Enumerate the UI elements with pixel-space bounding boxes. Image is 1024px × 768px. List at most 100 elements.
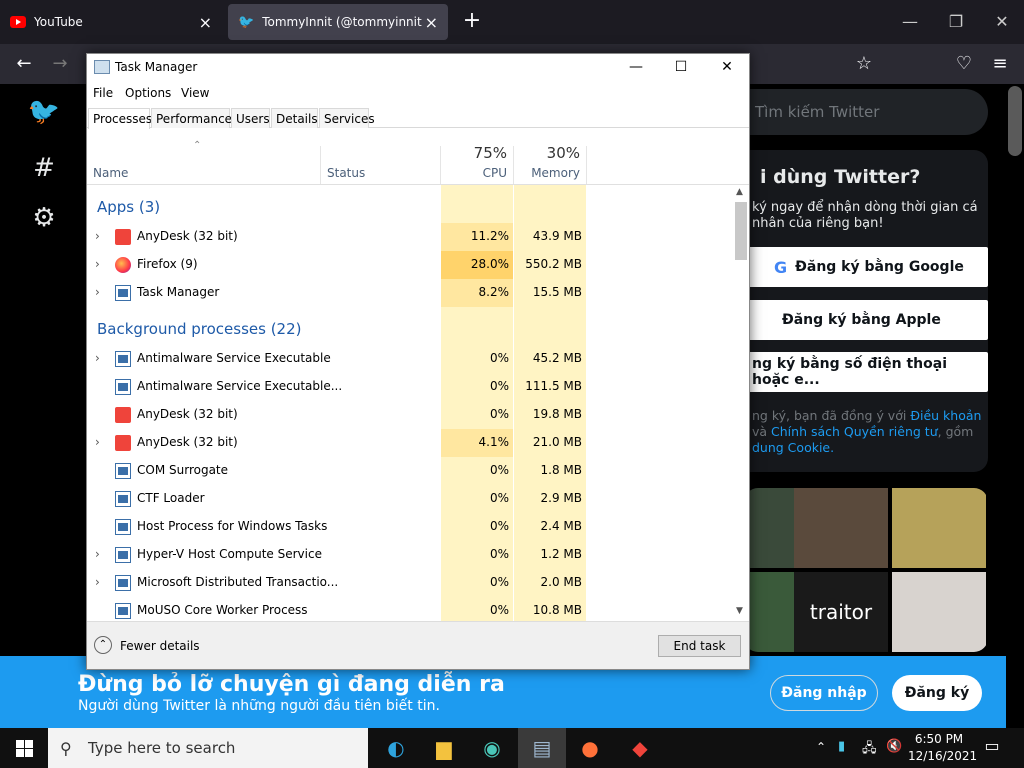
process-row[interactable]: COM Surrogate 0% 1.8 MB xyxy=(87,457,737,485)
page-scrollbar-thumb[interactable] xyxy=(1008,86,1022,156)
close-tab-icon[interactable]: × xyxy=(199,13,212,32)
expand-chevron-icon[interactable]: › xyxy=(95,257,100,271)
column-name[interactable]: Name xyxy=(93,166,128,180)
firefox-taskbar-icon[interactable]: ● xyxy=(566,728,614,768)
anydesk-taskbar-icon[interactable]: ◆ xyxy=(616,728,664,768)
network-icon[interactable]: 🖧 xyxy=(862,739,877,761)
column-divider xyxy=(440,146,441,184)
app-menu-icon[interactable]: ≡ xyxy=(986,50,1014,78)
process-row[interactable]: › Firefox (9) 28.0% 550.2 MB xyxy=(87,251,737,279)
tab-processes[interactable]: Processes xyxy=(88,108,152,129)
process-list-scroll-thumb[interactable] xyxy=(735,202,747,260)
bookmark-star-icon[interactable]: ☆ xyxy=(850,50,878,78)
process-name: Antimalware Service Executable... xyxy=(137,379,343,393)
tm-maximize-button[interactable]: ☐ xyxy=(661,57,701,77)
process-row[interactable]: › Microsoft Distributed Transactio... 0% 2.… xyxy=(87,569,737,597)
process-row[interactable]: › Task Manager 8.2% 15.5 MB xyxy=(87,279,737,307)
process-name: AnyDesk (32 bit) xyxy=(137,435,238,449)
expand-chevron-icon[interactable]: › xyxy=(95,435,100,449)
explore-hashtag-icon[interactable]: # xyxy=(26,150,62,186)
login-button[interactable]: Đăng nhập xyxy=(770,675,878,711)
scroll-down-icon[interactable]: ▼ xyxy=(736,606,743,616)
close-window-button[interactable]: ✕ xyxy=(982,8,1022,36)
menu-view[interactable]: View xyxy=(181,86,209,100)
process-name: COM Surrogate xyxy=(137,463,229,477)
cpu-total: 75% xyxy=(473,144,507,162)
expand-chevron-icon[interactable]: › xyxy=(95,285,100,299)
show-hidden-icons-icon[interactable]: ⌃ xyxy=(816,740,826,754)
group-background[interactable]: Background processes (22) xyxy=(97,320,302,338)
process-cpu: 0% xyxy=(489,603,509,617)
forward-button[interactable]: → xyxy=(46,50,74,78)
tm-minimize-button[interactable]: — xyxy=(616,57,656,77)
process-row[interactable]: › Hyper-V Host Compute Service 0% 1.2 MB xyxy=(87,541,737,569)
system-process-icon xyxy=(115,351,131,367)
volume-muted-icon[interactable]: 🔇 xyxy=(886,739,902,754)
task-manager-taskbar-icon[interactable]: ▤ xyxy=(518,728,566,768)
tab-services[interactable]: Services xyxy=(319,108,375,128)
tab-youtube[interactable]: YouTube × xyxy=(0,4,222,40)
media-thumbnail[interactable] xyxy=(892,488,986,568)
banner-subtitle: Người dùng Twitter là những người đầu ti… xyxy=(78,698,440,714)
column-memory[interactable]: Memory xyxy=(514,166,580,180)
process-row[interactable]: › Antimalware Service Executable 0% 45.2 MB xyxy=(87,345,737,373)
menu-options[interactable]: Options xyxy=(125,86,171,100)
process-row[interactable]: Antimalware Service Executable... 0% 111.5… xyxy=(87,373,737,401)
group-apps[interactable]: Apps (3) xyxy=(97,198,160,216)
terms-link[interactable]: Điều khoản xyxy=(910,408,981,423)
process-row[interactable]: › AnyDesk (32 bit) 4.1% 21.0 MB xyxy=(87,429,737,457)
signup-button[interactable]: Đăng ký xyxy=(892,675,982,711)
minimize-window-button[interactable]: — xyxy=(890,8,930,36)
chevron-up-icon[interactable]: ⌃ xyxy=(94,636,112,654)
tab-details[interactable]: Details xyxy=(271,108,318,128)
edge-icon[interactable]: ◐ xyxy=(372,728,420,768)
notification-center-icon[interactable]: ▭ xyxy=(980,736,1004,760)
tray-app-icon[interactable]: ▮ xyxy=(838,739,845,754)
process-name: AnyDesk (32 bit) xyxy=(137,229,238,243)
expand-chevron-icon[interactable]: › xyxy=(95,351,100,365)
tab-users[interactable]: Users xyxy=(231,108,270,128)
twitter-logo-icon[interactable]: 🐦 xyxy=(26,94,62,130)
tab-title: TommyInnit (@tommyinnit) / T xyxy=(262,15,423,29)
expand-chevron-icon[interactable]: › xyxy=(95,575,100,589)
column-cpu[interactable]: CPU xyxy=(441,166,507,180)
media-thumbnail[interactable] xyxy=(794,488,888,568)
media-thumbnail[interactable] xyxy=(892,572,986,652)
process-memory: 2.4 MB xyxy=(540,519,582,533)
expand-chevron-icon[interactable]: › xyxy=(95,229,100,243)
expand-chevron-icon[interactable]: › xyxy=(95,547,100,561)
process-row[interactable]: Host Process for Windows Tasks 0% 2.4 MB xyxy=(87,513,737,541)
settings-gear-icon[interactable]: ⚙ xyxy=(26,200,62,236)
process-cpu: 0% xyxy=(489,519,509,533)
tab-twitter[interactable]: 🐦 TommyInnit (@tommyinnit) / T × xyxy=(228,4,448,40)
tab-performance[interactable]: Performance xyxy=(151,108,232,128)
menu-file[interactable]: File xyxy=(93,86,113,100)
process-memory: 19.8 MB xyxy=(532,407,582,421)
chrome-icon[interactable]: ◉ xyxy=(468,728,516,768)
pocket-icon[interactable]: ♡ xyxy=(950,50,978,78)
maximize-window-button[interactable]: ❐ xyxy=(936,8,976,36)
process-row[interactable]: AnyDesk (32 bit) 0% 19.8 MB xyxy=(87,401,737,429)
media-thumbnail[interactable]: traitor xyxy=(794,572,888,652)
cookie-link[interactable]: dung Cookie. xyxy=(752,440,834,455)
close-tab-icon[interactable]: × xyxy=(425,13,438,32)
privacy-link[interactable]: Chính sách Quyền riêng tư xyxy=(771,424,938,439)
process-name: Task Manager xyxy=(137,285,220,299)
process-name: Microsoft Distributed Transactio... xyxy=(137,575,339,589)
scroll-up-icon[interactable]: ▲ xyxy=(736,187,743,197)
fewer-details-button[interactable]: Fewer details xyxy=(120,639,200,653)
process-row[interactable]: CTF Loader 0% 2.9 MB xyxy=(87,485,737,513)
file-explorer-icon[interactable]: ▆ xyxy=(420,728,468,768)
back-button[interactable]: ← xyxy=(10,50,38,78)
end-task-button[interactable]: End task xyxy=(658,635,741,657)
process-row[interactable]: › AnyDesk (32 bit) 11.2% 43.9 MB xyxy=(87,223,737,251)
media-grid[interactable]: traitor xyxy=(744,488,988,652)
firefox-icon xyxy=(115,257,131,273)
page-scrollbar[interactable] xyxy=(1006,84,1024,728)
start-button[interactable] xyxy=(0,728,48,768)
new-tab-button[interactable]: + xyxy=(458,8,486,36)
tm-close-button[interactable]: ✕ xyxy=(707,57,747,77)
taskbar-search-input[interactable]: Type here to search xyxy=(48,728,368,768)
column-status[interactable]: Status xyxy=(327,166,365,180)
taskbar-clock[interactable]: 6:50 PM 12/16/2021 xyxy=(908,731,977,765)
